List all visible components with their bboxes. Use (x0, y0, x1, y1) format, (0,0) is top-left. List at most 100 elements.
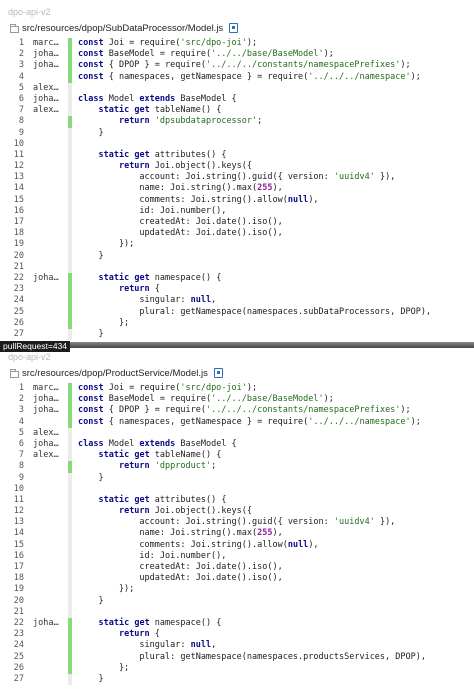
code-line: 25 plural: getNamespace(namespaces.subDa… (0, 306, 474, 318)
file-path[interactable]: src/resources/dpop/ProductService/Model.… (22, 368, 208, 379)
line-number: 24 (13, 640, 24, 651)
change-marker (68, 438, 72, 451)
code-line: 14 name: Joi.string().max(255), (0, 183, 474, 195)
code-line: 3 joha… const { DPOP } = require('../../..… (0, 405, 474, 417)
code-text: const BaseModel = require('../../base/Ba… (78, 394, 334, 405)
blame-author[interactable]: alex… (33, 450, 59, 461)
code-line: 16 id: Joi.number(), (0, 550, 474, 562)
code-text: comments: Joi.string().allow(null), (78, 539, 319, 550)
change-marker (68, 261, 72, 273)
blame-author[interactable]: joha… (33, 60, 59, 71)
line-number: 17 (13, 562, 24, 572)
change-marker-added (68, 116, 72, 128)
line-number: 14 (13, 183, 24, 194)
code-line: 9 } (0, 472, 474, 484)
code-text: } (78, 472, 104, 483)
line-number: 4 (18, 416, 24, 427)
code-line: 15 comments: Joi.string().allow(null), (0, 539, 474, 551)
change-marker (68, 127, 72, 139)
change-marker (68, 539, 72, 551)
line-number: 5 (18, 82, 24, 93)
blame-author[interactable]: joha… (33, 394, 59, 405)
code-line: 20 } (0, 250, 474, 262)
code-line: 2 joha… const BaseModel = require('../../b… (0, 394, 474, 406)
code-line: 2 joha… const BaseModel = require('../../b… (0, 49, 474, 61)
line-number: 11 (13, 149, 24, 160)
code-text: id: Joi.number(), (78, 205, 227, 216)
code-text: const { DPOP } = require('../../../const… (78, 405, 411, 416)
change-marker-added (68, 272, 72, 285)
line-number: 3 (18, 60, 24, 71)
code-line: 17 createdAt: Joi.date().iso(), (0, 217, 474, 229)
copy-path-icon[interactable] (229, 23, 239, 33)
code-line: 24 singular: null, (0, 640, 474, 652)
change-marker (68, 93, 72, 106)
change-marker-added (68, 461, 72, 473)
code-text: }; (78, 662, 130, 673)
line-number: 27 (13, 328, 24, 339)
pane-divider (0, 342, 474, 348)
change-marker (68, 528, 72, 540)
change-marker (68, 494, 72, 507)
blame-author[interactable]: alex… (33, 83, 59, 94)
code-text: const { DPOP } = require('../../../const… (78, 60, 411, 71)
line-number: 18 (13, 573, 24, 584)
line-number: 12 (13, 506, 24, 517)
copy-path-icon[interactable] (213, 368, 223, 378)
code-line: 21 (0, 261, 474, 273)
code-text: }); (78, 584, 135, 595)
line-number: 22 (13, 272, 24, 283)
line-number: 26 (13, 317, 24, 328)
code-line: 18 updatedAt: Joi.date().iso(), (0, 228, 474, 240)
change-marker (68, 217, 72, 229)
code-line: 1 marc… const Joi = require('src/dpo-joi')… (0, 383, 474, 395)
blame-author[interactable]: alex… (33, 105, 59, 116)
change-marker-added (68, 306, 72, 318)
change-marker-added (68, 317, 72, 329)
code-line: 5 alex… (0, 427, 474, 439)
code-text: static get namespace() { (98, 617, 222, 628)
line-number: 11 (13, 494, 24, 505)
file-path[interactable]: src/resources/dpop/SubDataProcessor/Mode… (22, 23, 223, 34)
code-line: 22 joha… static get namespace() { (0, 272, 474, 285)
line-number: 2 (18, 394, 24, 405)
line-number: 10 (13, 138, 24, 149)
blame-author[interactable]: alex… (33, 428, 59, 439)
blame-author[interactable]: marc… (33, 38, 59, 49)
code-text: return Joi.object().keys({ (118, 506, 253, 517)
line-number: 9 (18, 127, 24, 138)
code-view: 1 marc… const Joi = require('src/dpo-joi')… (0, 38, 474, 341)
repo-name[interactable]: dpo-api-v2 (8, 352, 51, 362)
line-number: 21 (13, 606, 24, 617)
change-marker (68, 183, 72, 195)
change-marker (68, 673, 72, 686)
blame-author[interactable]: joha… (33, 49, 59, 60)
code-text: createdAt: Joi.date().iso(), (78, 562, 283, 572)
code-line: 8 return 'dpsubdataprocessor'; (0, 116, 474, 128)
blame-author[interactable]: marc… (33, 383, 59, 394)
change-marker (68, 584, 72, 596)
code-text: } (78, 673, 104, 684)
code-line: 5 alex… (0, 82, 474, 94)
code-line: 11 static get attributes() { (0, 494, 474, 507)
code-text: singular: null, (78, 640, 217, 651)
line-number: 27 (13, 673, 24, 684)
line-number: 4 (18, 71, 24, 82)
code-text: comments: Joi.string().allow(null), (78, 194, 319, 205)
code-text: static get tableName() { (98, 105, 222, 116)
line-number: 14 (13, 528, 24, 539)
blame-author[interactable]: joha… (33, 618, 59, 629)
line-number: 23 (13, 629, 24, 640)
blame-author[interactable]: joha… (33, 439, 59, 450)
code-line: 10 (0, 483, 474, 495)
change-marker-added (68, 49, 72, 61)
code-text: static get namespace() { (98, 272, 222, 283)
change-marker-added (68, 416, 72, 428)
blame-author[interactable]: joha… (33, 273, 59, 284)
blame-author[interactable]: joha… (33, 405, 59, 416)
repo-name[interactable]: dpo-api-v2 (8, 7, 51, 17)
line-number: 22 (13, 617, 24, 628)
blame-author[interactable]: joha… (33, 94, 59, 105)
change-marker-added (68, 71, 72, 83)
change-marker-added (68, 617, 72, 630)
